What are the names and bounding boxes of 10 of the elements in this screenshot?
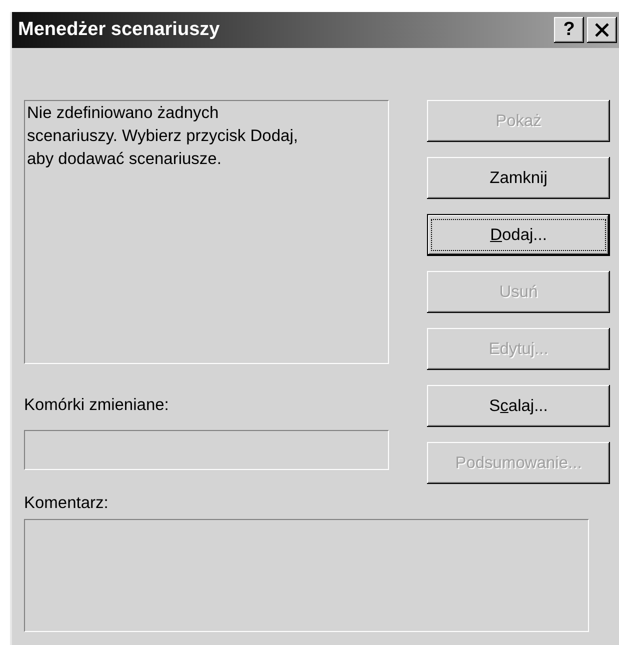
- window-title: Menedżer scenariuszy: [18, 18, 221, 42]
- close-icon: [594, 23, 610, 37]
- changing-cells-label: Komórki zmieniane:: [24, 395, 170, 416]
- comment-label: Komentarz:: [24, 493, 108, 514]
- dialog-button[interactable]: Zamknij: [427, 157, 610, 199]
- help-button[interactable]: ?: [554, 17, 584, 43]
- dialog-button[interactable]: Dodaj...: [427, 214, 610, 256]
- scenario-list[interactable]: Nie zdefiniowano żadnych scenariuszy. Wybierz przycisk Dodaj, aby dodawać scenariusze.: [24, 100, 389, 364]
- close-button[interactable]: [587, 17, 617, 43]
- dialog-button[interactable]: Scalaj...: [427, 385, 610, 427]
